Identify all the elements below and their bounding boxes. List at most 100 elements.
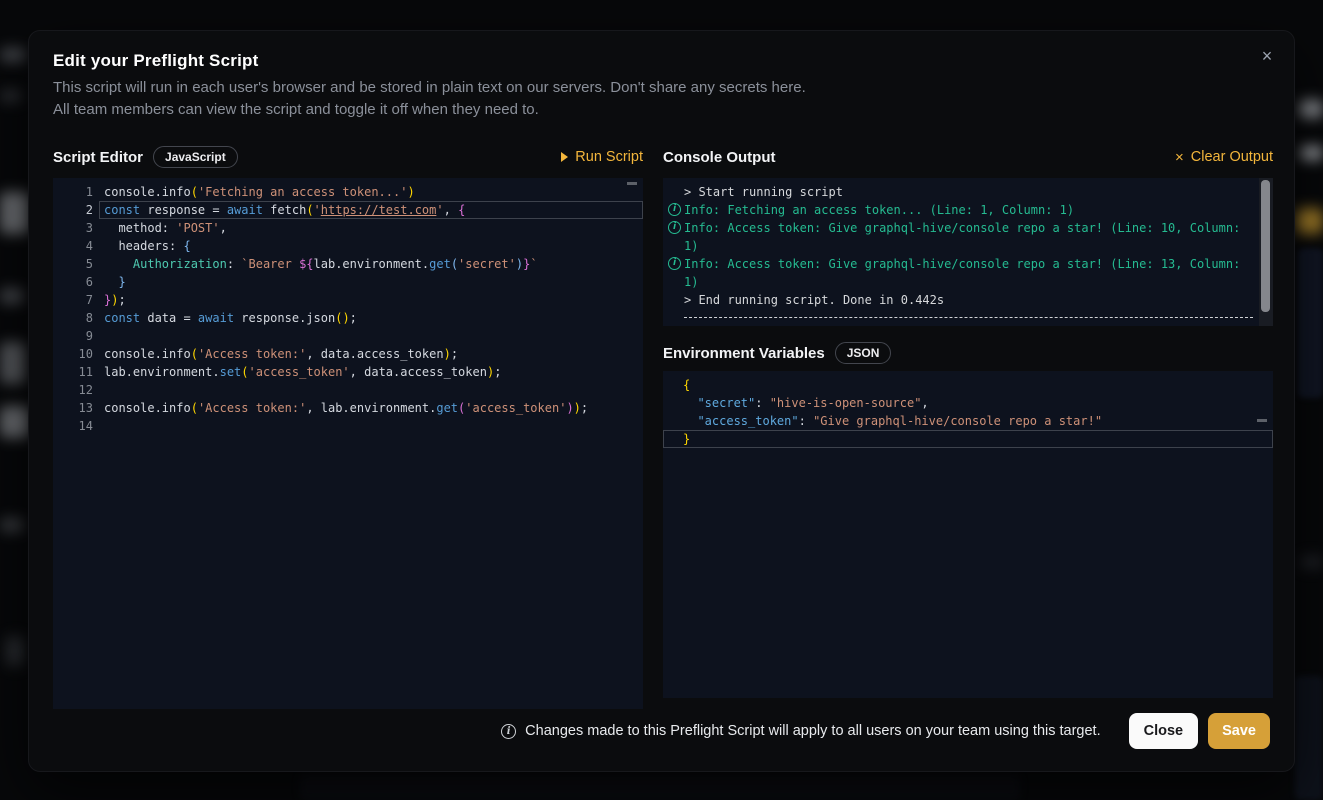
line-number: 7 [53,291,93,309]
info-icon: i [501,724,516,739]
code-line-text: }); [99,291,643,309]
footer-note-text: Changes made to this Preflight Script wi… [525,723,1100,739]
backdrop-blur-blob [1300,556,1323,568]
clear-icon: × [1175,150,1184,165]
line-number: 9 [53,327,93,345]
save-button[interactable]: Save [1208,713,1270,749]
console-output-panel[interactable]: > Start running scriptiInfo: Fetching an… [663,178,1273,326]
backdrop-blur-blob [0,192,30,234]
code-line-text: const response = await fetch('https://te… [99,201,643,219]
modal-title: Edit your Preflight Script [53,51,258,71]
modal-description-line2: All team members can view the script and… [53,99,806,121]
code-line-text: method: 'POST', [99,219,643,237]
code-line: 12 [53,381,643,399]
modal-footer: i Changes made to this Preflight Script … [501,713,1270,749]
backdrop-blur-blob [1295,676,1323,800]
environment-variables-label: Environment Variables [663,345,825,362]
backdrop-blur-blob [1298,248,1323,398]
code-line: 14 [53,417,643,435]
console-info-line: iInfo: Access token: Give graphql-hive/c… [663,255,1273,291]
code-line-text: headers: { [99,237,643,255]
line-number: 10 [53,345,93,363]
console-plain-line: > End running script. Done in 0.442s [663,291,1273,309]
code-line: 5 Authorization: `Bearer ${lab.environme… [53,255,643,273]
backdrop-blur-blob [1296,208,1323,234]
console-output-header: Console Output × Clear Output [663,142,1273,172]
code-line: 6 } [53,273,643,291]
info-circle-icon: i [668,257,681,270]
json-badge: JSON [835,342,892,364]
backdrop-blur-blob [0,48,26,62]
backdrop-blur-blob [6,636,24,666]
code-line-text [99,327,643,345]
code-line: 4 headers: { [53,237,643,255]
code-line: 8 const data = await response.json(); [53,309,643,327]
script-editor-code[interactable]: 1 console.info('Fetching an access token.… [53,178,643,709]
code-line-text [99,381,643,399]
line-number: 13 [53,399,93,417]
line-number: 1 [53,183,93,201]
code-line: 3 method: 'POST', [53,219,643,237]
backdrop-blur-blob [0,90,22,102]
line-number: 8 [53,309,93,327]
footer-note: i Changes made to this Preflight Script … [501,723,1100,739]
environment-variables-editor[interactable]: { "secret": "hive-is-open-source", "acce… [663,371,1273,698]
run-script-label: Run Script [575,149,643,165]
code-line-text: lab.environment.set('access_token', data… [99,363,643,381]
line-number: 5 [53,255,93,273]
run-script-button[interactable]: Run Script [561,149,643,165]
backdrop-blur-blob [0,518,24,532]
script-editor-label: Script Editor [53,149,143,166]
script-editor-header: Script Editor JavaScript Run Script [53,142,643,172]
console-scrollbar-thumb[interactable] [1261,180,1270,312]
code-line: 2 const response = await fetch('https://t… [53,201,643,219]
code-line-text: console.info('Access token:', data.acces… [99,345,643,363]
preflight-script-modal: Edit your Preflight Script This script w… [28,30,1295,772]
env-json-line: "access_token": "Give graphql-hive/conso… [663,412,1273,430]
clear-output-button[interactable]: × Clear Output [1175,149,1273,165]
code-line-text: const data = await response.json(); [99,309,643,327]
env-json-line: "secret": "hive-is-open-source", [663,394,1273,412]
code-line-text: Authorization: `Bearer ${lab.environment… [99,255,643,273]
modal-description-line1: This script will run in each user's brow… [53,77,806,99]
clear-output-label: Clear Output [1191,149,1273,165]
env-json-line: { [663,376,1273,394]
close-icon[interactable]: × [1254,43,1280,69]
code-line-text: console.info('Fetching an access token..… [99,183,643,201]
play-icon [561,152,568,162]
modal-description: This script will run in each user's brow… [53,77,806,121]
console-info-line: iInfo: Access token: Give graphql-hive/c… [663,219,1273,255]
code-line-text: console.info('Access token:', lab.enviro… [99,399,643,417]
backdrop-blur-blob [0,406,30,438]
code-line: 11 lab.environment.set('access_token', da… [53,363,643,381]
line-number: 11 [53,363,93,381]
line-number: 6 [53,273,93,291]
close-button[interactable]: Close [1129,713,1199,749]
info-circle-icon: i [668,221,681,234]
backdrop-blur-blob [0,288,24,304]
console-info-text: Info: Fetching an access token... (Line:… [684,201,1074,219]
line-number: 14 [53,417,93,435]
code-line: 7}); [53,291,643,309]
backdrop-blur-blob [0,342,26,384]
line-number: 12 [53,381,93,399]
code-line: 9 [53,327,643,345]
env-overview-ruler-mark [1257,419,1267,422]
line-number: 2 [53,201,93,219]
backdrop-blur-blob [1300,146,1323,160]
code-line-text [99,417,643,435]
editor-overview-ruler-mark [627,182,637,185]
backdrop-blur-blob [1299,100,1323,118]
console-info-line: iInfo: Fetching an access token... (Line… [663,201,1273,219]
console-divider [684,317,1253,318]
line-number: 4 [53,237,93,255]
console-info-text: Info: Access token: Give graphql-hive/co… [684,255,1249,291]
code-line: 10 console.info('Access token:', data.acc… [53,345,643,363]
console-plain-line: > Start running script [663,183,1273,201]
environment-variables-header: Environment Variables JSON [663,338,1273,368]
code-line-text: } [99,273,643,291]
backdrop-blur-blob [300,774,1020,800]
code-line: 1 console.info('Fetching an access token.… [53,183,643,201]
info-circle-icon: i [668,203,681,216]
console-output-label: Console Output [663,149,776,166]
